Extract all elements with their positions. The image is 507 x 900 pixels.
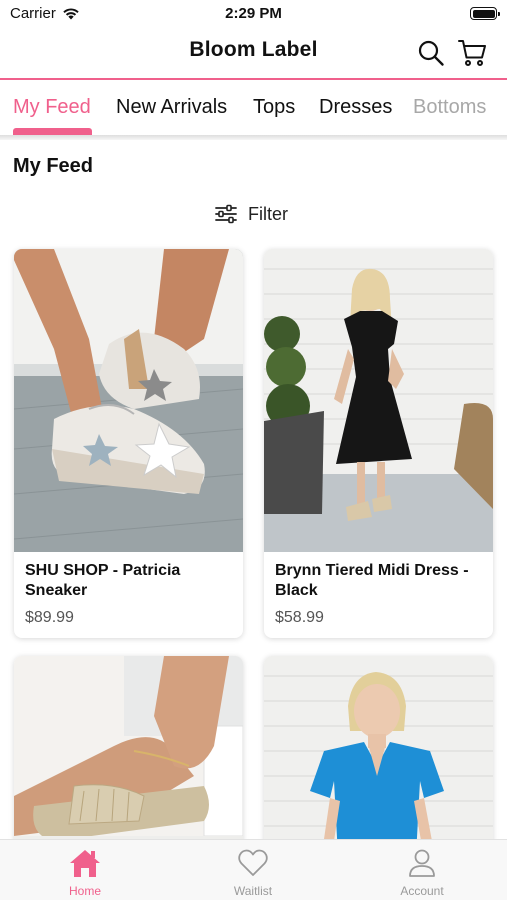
tab-waitlist-label: Waitlist xyxy=(233,884,273,898)
dress-photo xyxy=(264,249,493,552)
heart-icon xyxy=(238,849,268,876)
filter-button[interactable]: Filter xyxy=(214,201,288,227)
tab-account-label: Account xyxy=(400,884,444,898)
product-card[interactable]: Brynn Tiered Midi Dress - Black $58.99 xyxy=(264,249,493,638)
tab-home[interactable]: Home xyxy=(35,847,135,899)
sliders-icon xyxy=(215,204,237,224)
sandal-photo xyxy=(14,656,243,856)
product-image[interactable] xyxy=(264,656,493,856)
active-tab-indicator xyxy=(13,128,92,135)
product-name: Brynn Tiered Midi Dress - Black xyxy=(275,562,469,599)
product-price: $58.99 xyxy=(275,609,324,626)
product-image[interactable] xyxy=(264,249,493,552)
tab-account[interactable]: Account xyxy=(372,847,472,899)
search-icon xyxy=(418,40,444,66)
search-button[interactable] xyxy=(414,36,448,70)
product-image[interactable] xyxy=(14,249,243,552)
status-time: 2:29 PM xyxy=(225,5,282,22)
tab-home-label: Home xyxy=(68,884,101,898)
tab-new-arrivals[interactable]: New Arrivals xyxy=(116,96,227,119)
sneaker-photo xyxy=(14,249,243,552)
tab-bottoms[interactable]: Bottoms xyxy=(413,96,486,119)
tabs-divider xyxy=(0,135,507,140)
product-name: SHU SHOP - Patricia Sneaker xyxy=(25,562,181,599)
product-card[interactable]: SHU SHOP - Patricia Sneaker $89.99 xyxy=(14,249,243,638)
filter-label: Filter xyxy=(248,203,288,224)
category-tabs: My Feed New Arrivals Tops Dresses Bottom… xyxy=(0,80,507,136)
product-card[interactable] xyxy=(264,656,493,856)
product-card[interactable] xyxy=(14,656,243,856)
section-title: My Feed xyxy=(13,155,94,177)
tab-my-feed[interactable]: My Feed xyxy=(13,96,91,119)
tab-waitlist[interactable]: Waitlist xyxy=(203,847,303,899)
status-bar: Carrier 2:29 PM xyxy=(0,0,507,28)
person-icon xyxy=(409,849,435,877)
cart-icon xyxy=(458,40,486,66)
home-icon xyxy=(70,850,100,877)
product-price: $89.99 xyxy=(25,609,74,626)
product-image[interactable] xyxy=(14,656,243,856)
blue-top-photo xyxy=(264,656,493,856)
tab-tops[interactable]: Tops xyxy=(253,96,295,119)
battery-icon xyxy=(470,7,500,20)
cart-button[interactable] xyxy=(455,36,489,70)
tab-dresses[interactable]: Dresses xyxy=(319,96,392,119)
nav-bar: Bloom Label xyxy=(0,28,507,78)
bottom-tab-bar: Home Waitlist Account xyxy=(0,839,507,900)
